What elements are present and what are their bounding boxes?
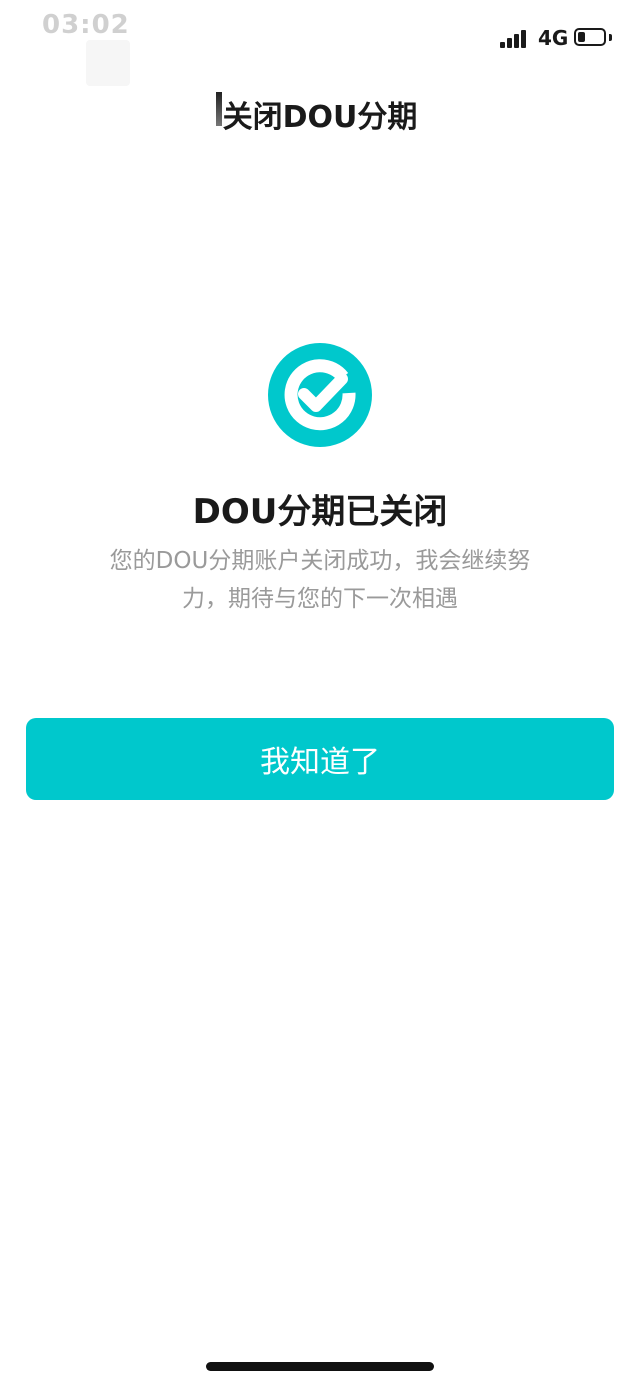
result-title: DOU分期已关闭 (192, 492, 448, 532)
battery-tip (609, 34, 612, 41)
result-description: 您的DOU分期账户关闭成功，我会继续努力，期待与您的下一次相遇 (109, 548, 531, 612)
check-circle-icon (268, 343, 372, 447)
status-overlay (86, 40, 130, 86)
home-indicator[interactable] (206, 1362, 434, 1371)
page-title: 关闭DOU分期 (222, 100, 418, 135)
battery-icon (574, 28, 606, 46)
status-time: 03:02 (42, 10, 130, 40)
status-bar: 03:02 4G (0, 0, 640, 86)
signal-icon (500, 30, 532, 48)
network-label: 4G (538, 26, 569, 50)
confirm-button[interactable]: 我知道了 (26, 718, 614, 800)
nav-bar: 关闭DOU分期 (0, 84, 640, 144)
